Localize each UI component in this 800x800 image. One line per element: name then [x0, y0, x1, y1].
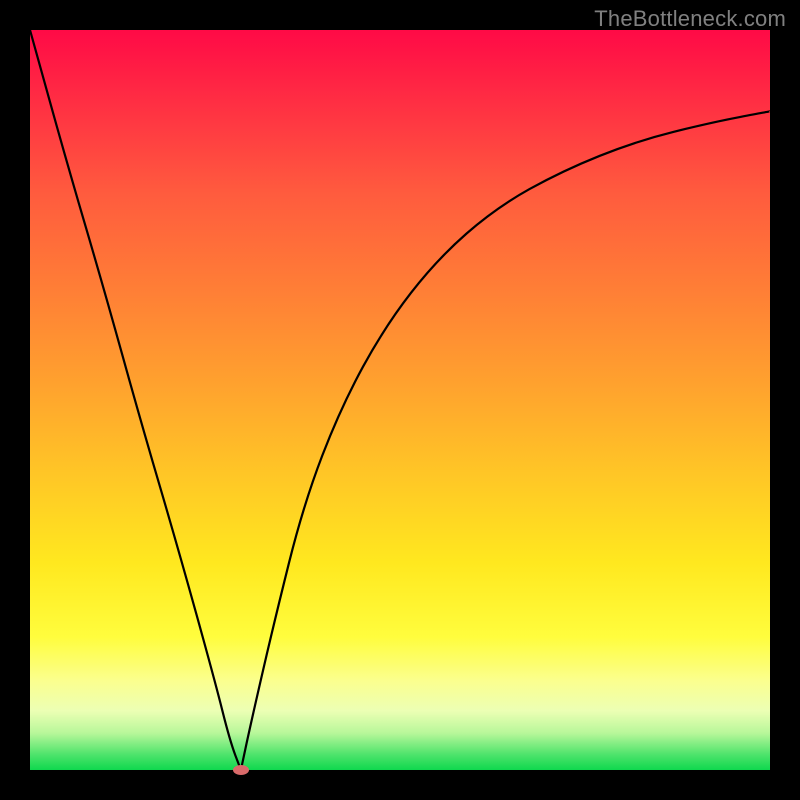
chart-frame: TheBottleneck.com	[0, 0, 800, 800]
bottleneck-curve	[30, 30, 770, 770]
watermark-text: TheBottleneck.com	[594, 6, 786, 32]
plot-area	[30, 30, 770, 770]
curve-path	[30, 30, 770, 770]
minimum-marker	[233, 765, 249, 775]
